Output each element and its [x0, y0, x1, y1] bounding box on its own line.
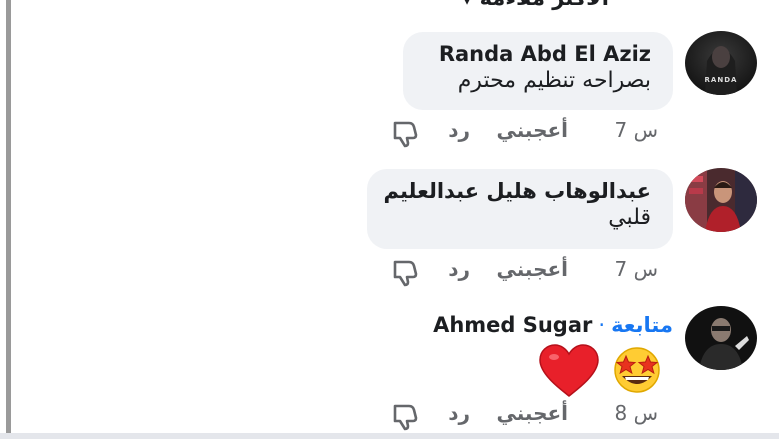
like-button[interactable]: أعجبني [497, 118, 569, 142]
comment-author[interactable]: Ahmed Sugar [433, 313, 592, 337]
scrollbar[interactable] [6, 0, 11, 439]
comment-actions: رد أعجبني 8 س [388, 401, 658, 433]
dislike-icon[interactable] [390, 401, 420, 431]
comment-text: بصراحه تنظيم محترم [457, 68, 651, 93]
avatar-caption: RANDA [704, 76, 738, 84]
dislike-icon[interactable] [390, 118, 420, 148]
sort-filter-header[interactable]: الأكثر ملاءمة ▾ [462, 0, 609, 10]
comment-timestamp[interactable]: 8 س [614, 401, 658, 425]
like-button[interactable]: أعجبني [497, 401, 569, 425]
comment-timestamp[interactable]: 7 س [614, 257, 658, 281]
like-button[interactable]: أعجبني [497, 257, 569, 281]
avatar[interactable] [685, 306, 757, 370]
comment-actions: رد أعجبني 7 س [388, 118, 658, 150]
comment-timestamp[interactable]: 7 س [614, 118, 658, 142]
star-struck-emoji-icon [614, 347, 660, 393]
avatar[interactable] [685, 168, 757, 232]
reply-button[interactable]: رد [448, 118, 470, 142]
red-heart-emoji-icon [539, 344, 599, 398]
dislike-icon[interactable] [390, 257, 420, 287]
comment-author[interactable]: عبدالوهاب هليل عبدالعليم [383, 179, 651, 203]
comment-text: قلبي [608, 205, 651, 230]
comment-header: متابعة·Ahmed Sugar [433, 313, 673, 337]
comment-bubble: عبدالوهاب هليل عبدالعليم قلبي [367, 169, 673, 249]
reply-button[interactable]: رد [448, 257, 470, 281]
reply-button[interactable]: رد [448, 401, 470, 425]
comment-bubble: Randa Abd El Aziz بصراحه تنظيم محترم [403, 32, 673, 110]
follow-button[interactable]: متابعة [611, 313, 673, 337]
bottom-divider [0, 433, 779, 439]
comment-author[interactable]: Randa Abd El Aziz [425, 42, 651, 66]
avatar[interactable]: RANDA [685, 31, 757, 95]
separator-dot: · [598, 313, 606, 337]
comment-actions: رد أعجبني 7 س [388, 257, 658, 289]
